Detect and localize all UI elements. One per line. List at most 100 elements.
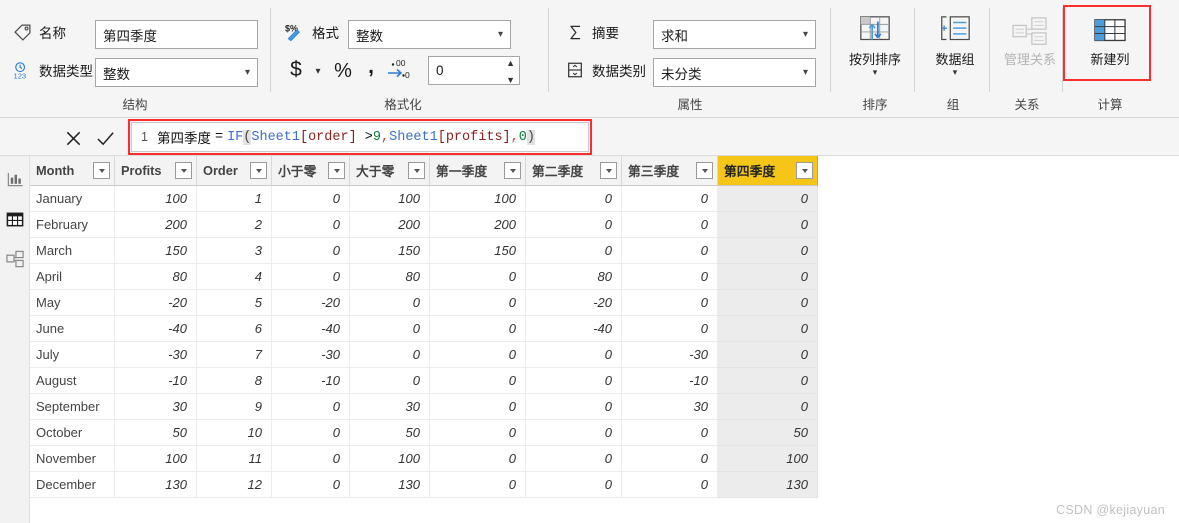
cell-第三季度-6[interactable]: 0 — [622, 316, 718, 342]
cell-第三季度-12[interactable]: 0 — [622, 472, 718, 498]
cell-第二季度-6[interactable]: -40 — [526, 316, 622, 342]
column-header-第四季度[interactable]: 第四季度 — [718, 156, 818, 186]
cell-第一季度-3[interactable]: 150 — [430, 238, 526, 264]
column-header-小于零[interactable]: 小于零 — [272, 156, 350, 186]
column-header-Profits[interactable]: Profits — [115, 156, 197, 186]
cell-Order-1[interactable]: 1 — [197, 186, 272, 212]
cell-第四季度-12[interactable]: 130 — [718, 472, 818, 498]
cell-大于零-6[interactable]: 0 — [350, 316, 430, 342]
currency-dropdown-chevron-down-icon[interactable]: ▾ — [310, 62, 326, 80]
column-header-第三季度[interactable]: 第三季度 — [622, 156, 718, 186]
cell-第一季度-7[interactable]: 0 — [430, 342, 526, 368]
cell-第二季度-3[interactable]: 0 — [526, 238, 622, 264]
cell-第四季度-10[interactable]: 50 — [718, 420, 818, 446]
column-filter-dropdown-icon[interactable] — [600, 162, 617, 179]
accept-check-icon[interactable] — [92, 126, 118, 150]
cell-第四季度-11[interactable]: 100 — [718, 446, 818, 472]
cell-第二季度-2[interactable]: 0 — [526, 212, 622, 238]
cell-小于零-8[interactable]: -10 — [272, 368, 350, 394]
chevron-down-icon[interactable]: ▾ — [873, 68, 878, 77]
cell-Month-10[interactable]: October — [30, 420, 115, 446]
cell-大于零-4[interactable]: 80 — [350, 264, 430, 290]
cell-小于零-9[interactable]: 0 — [272, 394, 350, 420]
cell-第三季度-10[interactable]: 0 — [622, 420, 718, 446]
cell-第一季度-10[interactable]: 0 — [430, 420, 526, 446]
column-filter-dropdown-icon[interactable] — [175, 162, 192, 179]
cell-小于零-12[interactable]: 0 — [272, 472, 350, 498]
stepper-arrows[interactable]: ▲ ▼ — [506, 59, 515, 85]
cell-Profits-6[interactable]: -40 — [115, 316, 197, 342]
cell-第二季度-1[interactable]: 0 — [526, 186, 622, 212]
cell-第三季度-4[interactable]: 0 — [622, 264, 718, 290]
cell-第三季度-9[interactable]: 30 — [622, 394, 718, 420]
column-filter-dropdown-icon[interactable] — [696, 162, 713, 179]
cell-第一季度-6[interactable]: 0 — [430, 316, 526, 342]
data-group-button[interactable]: 数据组 ▾ — [918, 6, 992, 84]
cell-第一季度-2[interactable]: 200 — [430, 212, 526, 238]
cell-第三季度-2[interactable]: 0 — [622, 212, 718, 238]
cell-Order-2[interactable]: 2 — [197, 212, 272, 238]
cell-第四季度-3[interactable]: 0 — [718, 238, 818, 264]
column-header-大于零[interactable]: 大于零 — [350, 156, 430, 186]
cell-第一季度-8[interactable]: 0 — [430, 368, 526, 394]
cell-Order-9[interactable]: 9 — [197, 394, 272, 420]
cell-小于零-1[interactable]: 0 — [272, 186, 350, 212]
cell-第四季度-2[interactable]: 0 — [718, 212, 818, 238]
cell-第一季度-1[interactable]: 100 — [430, 186, 526, 212]
cell-第三季度-11[interactable]: 0 — [622, 446, 718, 472]
cell-第三季度-5[interactable]: 0 — [622, 290, 718, 316]
cell-大于零-12[interactable]: 130 — [350, 472, 430, 498]
cell-Profits-9[interactable]: 30 — [115, 394, 197, 420]
cell-大于零-3[interactable]: 150 — [350, 238, 430, 264]
cell-大于零-2[interactable]: 200 — [350, 212, 430, 238]
cell-大于零-8[interactable]: 0 — [350, 368, 430, 394]
cell-Order-4[interactable]: 4 — [197, 264, 272, 290]
cell-第一季度-5[interactable]: 0 — [430, 290, 526, 316]
cell-第三季度-3[interactable]: 0 — [622, 238, 718, 264]
cell-第一季度-4[interactable]: 0 — [430, 264, 526, 290]
column-header-第二季度[interactable]: 第二季度 — [526, 156, 622, 186]
cell-Profits-12[interactable]: 130 — [115, 472, 197, 498]
column-filter-dropdown-icon[interactable] — [328, 162, 345, 179]
cell-第二季度-4[interactable]: 80 — [526, 264, 622, 290]
cell-第四季度-6[interactable]: 0 — [718, 316, 818, 342]
cell-Month-2[interactable]: February — [30, 212, 115, 238]
cell-第二季度-9[interactable]: 0 — [526, 394, 622, 420]
chevron-down-icon[interactable]: ▾ — [953, 68, 958, 77]
format-select[interactable]: 整数 ▾ — [348, 20, 511, 49]
cell-第二季度-5[interactable]: -20 — [526, 290, 622, 316]
cell-第四季度-1[interactable]: 0 — [718, 186, 818, 212]
decimal-places-stepper[interactable]: 0 ▲ ▼ — [428, 56, 520, 85]
comma-separator-icon[interactable]: , — [361, 53, 381, 81]
decrease-decimal-icon[interactable]: 00 0 — [385, 54, 413, 82]
column-filter-dropdown-icon[interactable] — [796, 162, 813, 179]
cell-Order-7[interactable]: 7 — [197, 342, 272, 368]
cell-第二季度-7[interactable]: 0 — [526, 342, 622, 368]
cell-Profits-2[interactable]: 200 — [115, 212, 197, 238]
column-header-Order[interactable]: Order — [197, 156, 272, 186]
cell-大于零-10[interactable]: 50 — [350, 420, 430, 446]
column-filter-dropdown-icon[interactable] — [504, 162, 521, 179]
name-input[interactable]: 第四季度 — [95, 20, 258, 49]
model-view-relationship-icon[interactable] — [4, 248, 26, 270]
cell-第四季度-9[interactable]: 0 — [718, 394, 818, 420]
cell-小于零-3[interactable]: 0 — [272, 238, 350, 264]
cell-Profits-11[interactable]: 100 — [115, 446, 197, 472]
cell-Order-11[interactable]: 11 — [197, 446, 272, 472]
datatype-select[interactable]: 整数 ▾ — [95, 58, 258, 87]
cell-第二季度-11[interactable]: 0 — [526, 446, 622, 472]
currency-dollar-icon[interactable]: $ — [285, 56, 307, 84]
cell-第三季度-8[interactable]: -10 — [622, 368, 718, 394]
sort-by-column-button[interactable]: 按列排序 ▾ — [838, 6, 912, 84]
column-filter-dropdown-icon[interactable] — [93, 162, 110, 179]
summarize-select[interactable]: 求和 ▾ — [653, 20, 816, 49]
cell-第四季度-4[interactable]: 0 — [718, 264, 818, 290]
cell-第一季度-9[interactable]: 0 — [430, 394, 526, 420]
cell-Order-6[interactable]: 6 — [197, 316, 272, 342]
data-category-select[interactable]: 未分类 ▾ — [653, 58, 816, 87]
cell-大于零-9[interactable]: 30 — [350, 394, 430, 420]
cell-Month-8[interactable]: August — [30, 368, 115, 394]
cell-第三季度-1[interactable]: 0 — [622, 186, 718, 212]
new-column-button[interactable]: 新建列 — [1073, 6, 1147, 84]
cell-Month-7[interactable]: July — [30, 342, 115, 368]
